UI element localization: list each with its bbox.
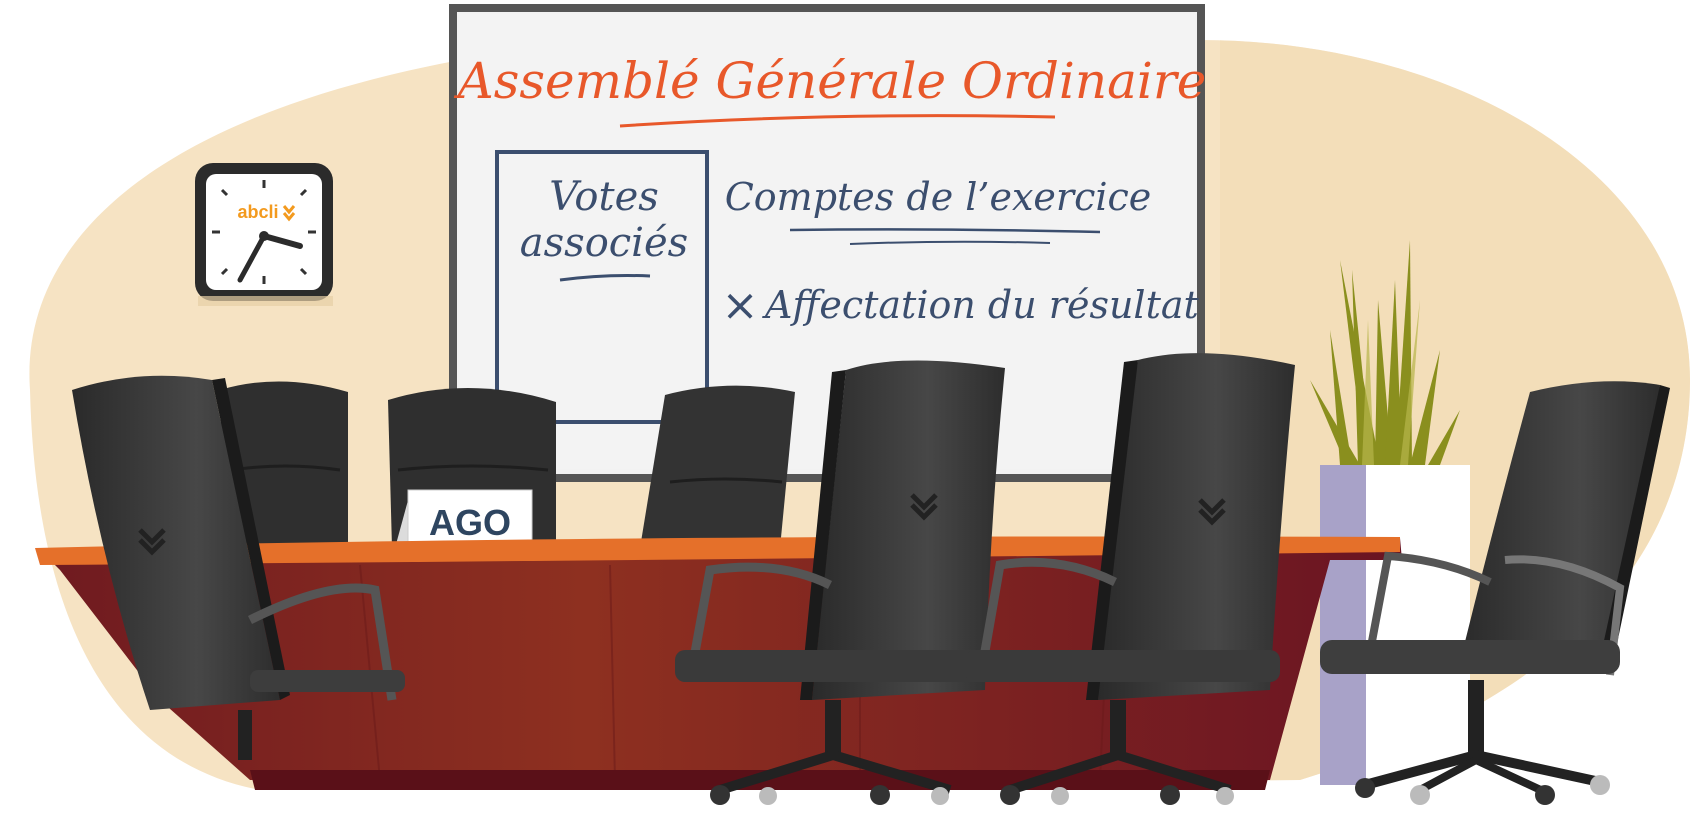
item-comptes: Comptes de l’exercice — [725, 175, 1152, 219]
cross-mark-icon: × — [722, 280, 759, 331]
box-line-2: associés — [520, 220, 688, 266]
box-line-1: Votes — [549, 174, 659, 220]
clock-icon: abcli — [195, 163, 333, 306]
clock-brand: abcli — [237, 202, 278, 222]
item-affectation: Affectation du résultat — [762, 283, 1200, 327]
meeting-room-illustration: Assemblé Générale Ordinaire Votes associ… — [29, 4, 1690, 805]
whiteboard-title: Assemblé Générale Ordinaire — [454, 52, 1207, 110]
name-card-label: AGO — [429, 502, 511, 543]
